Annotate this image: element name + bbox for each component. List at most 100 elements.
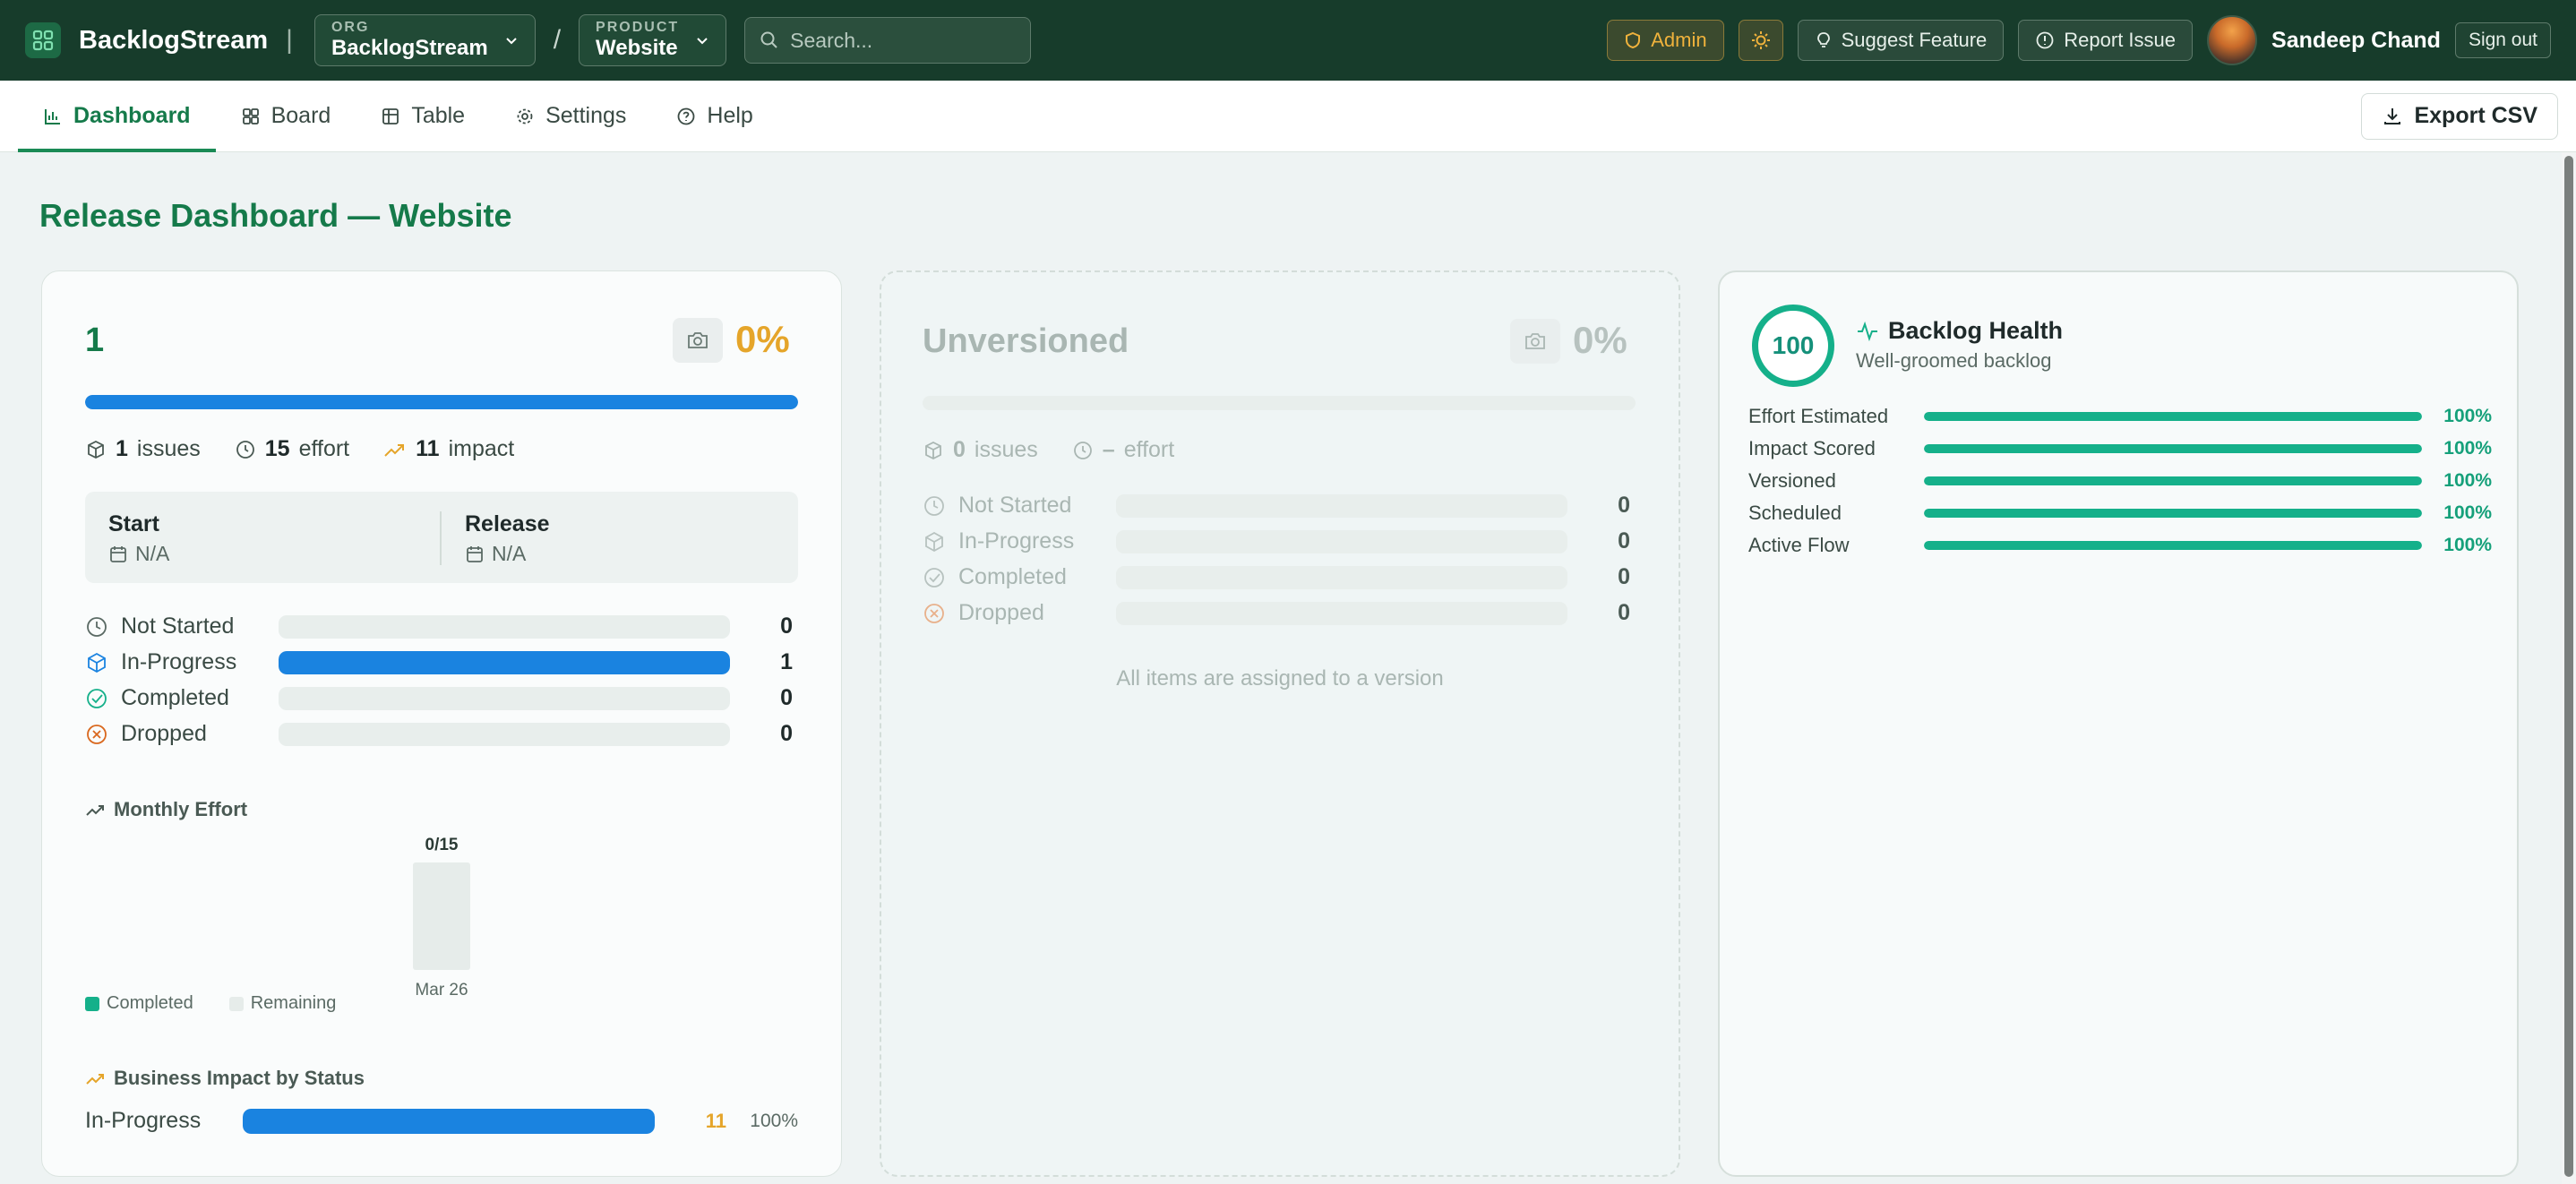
legend-swatch-completed	[85, 996, 99, 1011]
camera-icon	[688, 332, 708, 348]
admin-label: Admin	[1651, 29, 1707, 51]
title-divider: |	[286, 25, 293, 55]
chevron-down-icon	[697, 38, 708, 45]
tab-help[interactable]: Help	[651, 81, 777, 152]
table-icon	[382, 107, 399, 124]
unversioned-name: Unversioned	[923, 322, 1129, 360]
metric-value: 100%	[2443, 502, 2492, 523]
tab-label: Settings	[545, 103, 627, 128]
monthly-effort-label: Monthly Effort	[114, 798, 248, 820]
product-picker[interactable]: PRODUCT Website	[579, 14, 727, 66]
status-bar	[1116, 565, 1567, 589]
chart-legend: Completed Remaining	[85, 993, 336, 1014]
status-count: 1	[780, 649, 793, 674]
tab-label: Table	[411, 103, 466, 128]
snapshot-button[interactable]	[673, 318, 723, 363]
sign-out-button[interactable]: Sign out	[2454, 22, 2551, 58]
export-csv-button[interactable]: Export CSV	[2361, 92, 2558, 140]
box-icon	[925, 531, 943, 552]
status-bar	[279, 650, 730, 674]
effort-label: effort	[1123, 437, 1175, 462]
snapshot-button[interactable]	[1510, 319, 1560, 364]
status-bar	[1116, 493, 1567, 518]
calendar-icon	[467, 545, 483, 562]
impact-status-label: In-Progress	[85, 1108, 202, 1133]
monthly-effort-title: Monthly Effort	[85, 798, 247, 821]
report-issue-label: Report Issue	[2064, 29, 2177, 51]
app-title[interactable]: BacklogStream	[79, 26, 268, 56]
export-label: Export CSV	[2414, 103, 2537, 128]
org-picker[interactable]: ORG BacklogStream	[313, 14, 536, 66]
release-label: Release	[465, 511, 550, 536]
status-count: 0	[780, 685, 793, 710]
metric-bar-fill	[1924, 541, 2422, 550]
metric-bar	[1924, 509, 2422, 518]
metric-label: Scheduled	[1748, 502, 1842, 524]
check-circle-icon	[87, 688, 107, 708]
clock-icon	[236, 440, 254, 459]
box-icon	[88, 652, 106, 673]
trending-up-icon	[384, 443, 405, 457]
tab-bar: Dashboard Board Table Settings Help Expo…	[0, 81, 2576, 152]
status-label: Not Started	[121, 613, 235, 639]
metric-label: Active Flow	[1748, 534, 1850, 556]
status-count: 0	[1618, 564, 1630, 589]
issues-label: issues	[974, 437, 1038, 462]
metric-effort-estimated: Effort Estimated 100%	[1748, 405, 2492, 428]
page-title: Release Dashboard — Website	[39, 197, 512, 234]
start-date[interactable]: N/A	[108, 542, 169, 566]
metric-bar-fill	[1924, 444, 2422, 453]
breadcrumb-separator: /	[553, 25, 562, 55]
scrollbar-thumb[interactable]	[2564, 156, 2573, 1177]
bar-remaining	[413, 862, 470, 970]
status-row-in-progress: In-Progress 1	[85, 649, 793, 675]
product-value: Website	[596, 36, 678, 60]
product-caption: PRODUCT	[596, 20, 680, 35]
status-row-not-started: Not Started 0	[85, 613, 793, 639]
status-bar	[1116, 529, 1567, 553]
status-row-not-started: Not Started 0	[923, 493, 1630, 519]
release-date[interactable]: N/A	[465, 542, 526, 566]
avatar[interactable]	[2207, 15, 2258, 65]
suggest-feature-button[interactable]: Suggest Feature	[1797, 20, 2005, 61]
search-input[interactable]: Search...	[744, 17, 1032, 64]
metric-versioned: Versioned 100%	[1748, 469, 2492, 493]
version-name: 1	[85, 322, 105, 359]
tab-settings[interactable]: Settings	[490, 81, 651, 152]
clock-icon	[1073, 441, 1092, 459]
version-progress-bar	[85, 395, 798, 409]
theme-toggle-button[interactable]	[1738, 20, 1783, 61]
issues-label: issues	[136, 436, 201, 461]
version-meta: 1 issues 15 effort 11 impact	[85, 436, 514, 462]
empty-state-message: All items are assigned to a version	[1116, 666, 1444, 691]
status-label: In-Progress	[958, 528, 1075, 553]
trending-up-icon	[86, 805, 104, 816]
tab-table[interactable]: Table	[356, 81, 490, 152]
x-tick-label: Mar 26	[415, 981, 468, 1000]
tab-board[interactable]: Board	[216, 81, 356, 152]
metric-bar	[1924, 412, 2422, 421]
impact-bar-fill	[243, 1108, 655, 1134]
status-row-in-progress: In-Progress 0	[923, 528, 1630, 554]
sun-icon	[1751, 31, 1770, 49]
report-issue-button[interactable]: Report Issue	[2018, 20, 2194, 61]
page-scrollbar[interactable]	[2562, 152, 2576, 1184]
impact-label: impact	[448, 436, 515, 461]
admin-button[interactable]: Admin	[1607, 20, 1724, 61]
metric-value: 100%	[2443, 470, 2492, 491]
status-count: 0	[1618, 528, 1630, 553]
version-percent: 0%	[735, 318, 790, 360]
app-logo-icon[interactable]	[25, 22, 61, 58]
dates-panel: Start N/A Release N/A	[85, 492, 798, 583]
issues-count: 1	[116, 436, 128, 461]
grid-icon	[242, 107, 259, 124]
status-bar	[279, 722, 730, 746]
tab-dashboard[interactable]: Dashboard	[18, 81, 216, 152]
status-label: Completed	[121, 685, 229, 710]
top-bar: BacklogStream | ORG BacklogStream / PROD…	[0, 0, 2576, 81]
impact-count: 11	[416, 436, 440, 461]
impact-percent: 100%	[750, 1110, 798, 1131]
trending-up-icon	[86, 1074, 104, 1085]
version-card: 1 0% 1 issues 15 effort 11 impact Start …	[41, 270, 842, 1177]
metric-impact-scored: Impact Scored 100%	[1748, 437, 2492, 460]
